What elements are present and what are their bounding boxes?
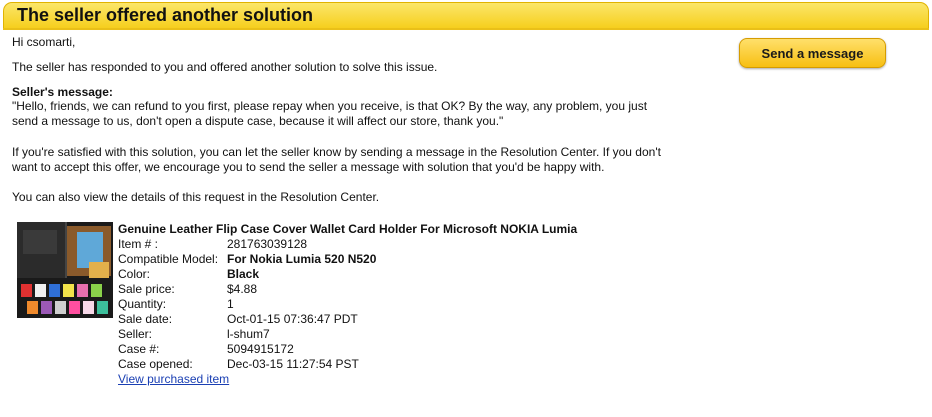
color-swatch-lightpink: [83, 301, 94, 314]
quantity-label: Quantity:: [118, 297, 167, 311]
color-swatch-blue: [49, 284, 60, 297]
greeting: Hi csomarti,: [12, 35, 76, 49]
sale-price-value: $4.88: [227, 282, 258, 296]
case-number-value: 5094915172: [227, 342, 294, 356]
case-opened-value: Dec-03-15 11:27:54 PST: [227, 357, 359, 371]
view-purchased-item-link[interactable]: View purchased item: [118, 372, 229, 386]
color-swatch-green: [91, 284, 102, 297]
seller-message-line-2: send a message to us, don't open a dispu…: [12, 114, 504, 128]
send-message-button[interactable]: Send a message: [739, 38, 886, 68]
case-opened-label: Case opened:: [118, 357, 193, 371]
compatible-model-value: For Nokia Lumia 520 N520: [227, 252, 377, 266]
header-divider: [3, 28, 929, 30]
item-number-value: 281763039128: [227, 237, 308, 251]
sale-price-label: Sale price:: [118, 282, 175, 296]
color-swatch-orange: [27, 301, 38, 314]
color-label: Color:: [118, 267, 151, 281]
sale-date-value: Oct-01-15 07:36:47 PDT: [227, 312, 358, 326]
card-slot: [23, 230, 57, 254]
seller-label: Seller:: [118, 327, 153, 341]
color-swatch-magenta: [69, 301, 80, 314]
color-swatch-teal: [97, 301, 108, 314]
color-swatch-red: [21, 284, 32, 297]
color-swatch-white: [35, 284, 46, 297]
color-value: Black: [227, 267, 260, 281]
product-title: Genuine Leather Flip Case Cover Wallet C…: [118, 222, 578, 236]
satisfied-line-1: If you're satisfied with this solution, …: [12, 145, 661, 159]
quantity-value: 1: [227, 297, 234, 311]
phone-back: [89, 262, 109, 278]
item-number-label: Item # :: [118, 237, 159, 251]
header-bar: The seller offered another solution: [3, 2, 929, 28]
product-thumbnail[interactable]: [17, 222, 113, 318]
sale-date-label: Sale date:: [118, 312, 173, 326]
seller-message-label: Seller's message:: [12, 85, 113, 99]
color-swatch-pink: [77, 284, 88, 297]
resolution-center-note: You can also view the details of this re…: [12, 190, 380, 204]
case-number-label: Case #:: [118, 342, 160, 356]
compatible-model-label: Compatible Model:: [118, 252, 219, 266]
color-swatch-grey: [55, 301, 66, 314]
seller-value: l-shum7: [227, 327, 270, 341]
seller-message-line-1: "Hello, friends, we can refund to you fi…: [12, 99, 648, 113]
satisfied-line-2: want to accept this offer, we encourage …: [12, 160, 605, 174]
page-title: The seller offered another solution: [17, 5, 314, 25]
color-swatch-yellow: [63, 284, 74, 297]
intro-text: The seller has responded to you and offe…: [12, 60, 438, 74]
color-swatch-purple: [41, 301, 52, 314]
